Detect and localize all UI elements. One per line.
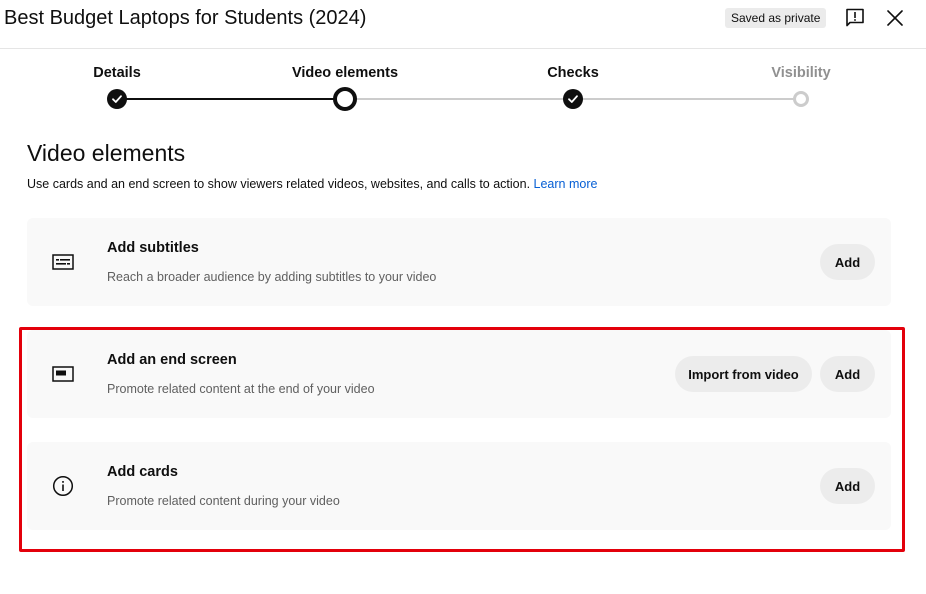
subtitles-description: Reach a broader audience by adding subti… [107, 270, 437, 284]
add-subtitles-button[interactable]: Add [820, 244, 875, 280]
video-title: Best Budget Laptops for Students (2024) [4, 7, 367, 29]
check-icon [112, 95, 122, 103]
end-screen-description: Promote related content at the end of yo… [107, 382, 375, 396]
step-checks-node[interactable] [563, 89, 583, 109]
feedback-icon [846, 8, 864, 27]
info-icon [52, 475, 74, 497]
page-description: Use cards and an end screen to show view… [27, 177, 597, 191]
close-button[interactable] [883, 6, 907, 30]
close-icon [887, 10, 903, 26]
subtitles-icon [52, 254, 74, 270]
page-title: Video elements [27, 140, 186, 166]
step-checks-label[interactable]: Checks [547, 65, 599, 81]
saved-status-badge: Saved as private [725, 8, 827, 28]
add-end-screen-button[interactable]: Add [820, 356, 875, 392]
step-video-elements-label[interactable]: Video elements [292, 65, 398, 81]
add-cards-button[interactable]: Add [820, 468, 875, 504]
end-screen-icon [52, 366, 74, 382]
dialog-header: Best Budget Laptops for Students (2024) … [0, 0, 926, 49]
step-details-label[interactable]: Details [93, 65, 141, 81]
stepper-line-completed [117, 98, 345, 100]
end-screen-title: Add an end screen [107, 352, 237, 368]
step-details-node[interactable] [107, 89, 127, 109]
subtitles-card: Add subtitles Reach a broader audience b… [27, 218, 891, 306]
step-visibility-label: Visibility [771, 65, 831, 81]
cards-description: Promote related content during your vide… [107, 494, 340, 508]
description-text: Use cards and an end screen to show view… [27, 177, 531, 191]
learn-more-link[interactable]: Learn more [534, 177, 598, 191]
step-visibility-node [793, 91, 809, 107]
feedback-button[interactable] [843, 6, 867, 30]
end-screen-card: Add an end screen Promote related conten… [27, 330, 891, 418]
import-from-video-button[interactable]: Import from video [675, 356, 812, 392]
check-icon [568, 95, 578, 103]
subtitles-title: Add subtitles [107, 240, 199, 256]
upload-stepper: Details Video elements Checks Visibility [0, 49, 926, 119]
step-video-elements-node[interactable] [333, 87, 357, 111]
cards-title: Add cards [107, 464, 178, 480]
cards-card: Add cards Promote related content during… [27, 442, 891, 530]
